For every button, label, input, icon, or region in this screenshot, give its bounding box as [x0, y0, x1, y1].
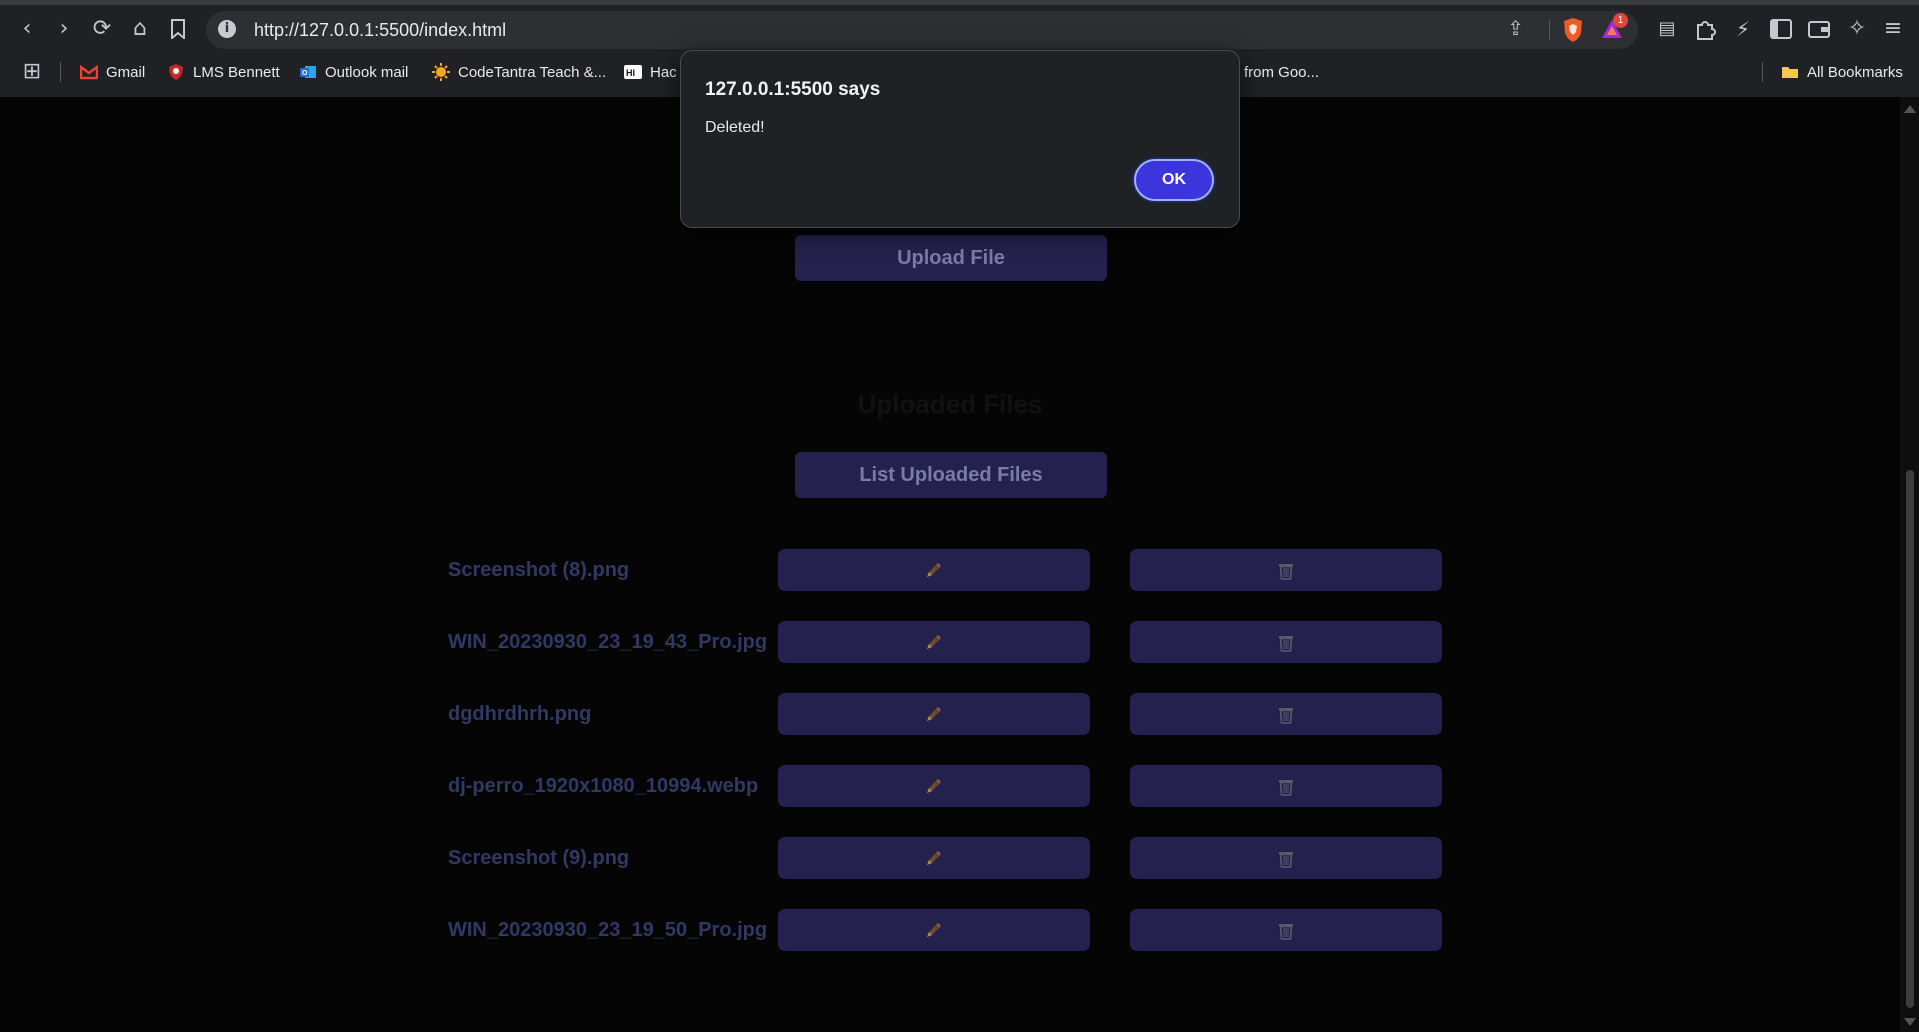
file-name[interactable]: Screenshot (9).png	[448, 847, 629, 870]
bookmark-outlook-mail[interactable]: O Outlook mail	[299, 61, 408, 83]
scrollbar-thumb[interactable]	[1906, 470, 1914, 1008]
speedreader-icon[interactable]: ⚡	[1727, 13, 1759, 45]
bookmark-lms-bennett[interactable]: LMS Bennett	[167, 61, 280, 83]
pencil-icon	[927, 923, 941, 937]
outlook-icon: O	[300, 66, 316, 78]
delete-button[interactable]	[1130, 549, 1442, 591]
divider	[1762, 62, 1763, 82]
extensions-icon[interactable]	[1689, 13, 1721, 45]
list-uploaded-files-button[interactable]: List Uploaded Files	[795, 452, 1107, 498]
site-info-icon[interactable]: i	[218, 20, 236, 38]
file-row: WIN_20230930_23_19_43_Pro.jpg	[448, 621, 1448, 663]
all-bookmarks-label: All Bookmarks	[1807, 63, 1903, 81]
rewards-badge: 1	[1613, 13, 1628, 28]
file-name[interactable]: Screenshot (8).png	[448, 559, 629, 582]
trash-icon	[1279, 924, 1293, 940]
bookmark-gmail[interactable]: Gmail	[80, 61, 145, 83]
bookmark-codetantra[interactable]: CodeTantra Teach &...	[432, 61, 606, 83]
upload-file-button[interactable]: Upload File	[795, 235, 1107, 281]
delete-button[interactable]	[1130, 909, 1442, 951]
bookmark-label: Gmail	[106, 63, 146, 81]
brave-shield-icon[interactable]	[1562, 17, 1584, 43]
ok-button[interactable]: OK	[1134, 159, 1214, 201]
trash-icon	[1279, 564, 1293, 580]
trash-icon	[1279, 708, 1293, 724]
bookmark-label: LMS Bennett	[193, 63, 280, 81]
apps-grid-icon[interactable]: ⊞	[16, 56, 48, 88]
delete-button[interactable]	[1130, 693, 1442, 735]
pencil-icon	[927, 851, 941, 865]
wallet-icon[interactable]	[1803, 13, 1835, 45]
leo-ai-icon[interactable]: ✧	[1841, 13, 1873, 45]
page-content: Upload File Uploaded Files List Uploaded…	[0, 97, 1900, 1032]
file-row: dgdhrdhrh.png	[448, 693, 1448, 735]
bookmark-label: Outlook mail	[325, 63, 409, 81]
folder-icon	[1782, 67, 1798, 78]
file-name[interactable]: dj-perro_1920x1080_10994.webp	[448, 775, 758, 798]
bennett-icon	[169, 64, 183, 80]
url-text[interactable]: http://127.0.0.1:5500/index.html	[254, 20, 506, 41]
file-row: Screenshot (9).png	[448, 837, 1448, 879]
divider	[60, 62, 61, 82]
browser-toolbar: ‹ › ⟳ ⌂ i http://127.0.0.1:5500/index.ht…	[0, 5, 1919, 53]
trash-icon	[1279, 636, 1293, 652]
bookmark-label: CodeTantra Teach &...	[458, 63, 607, 81]
gmail-icon	[80, 64, 98, 80]
file-row: WIN_20230930_23_19_50_Pro.jpg	[448, 909, 1448, 951]
svg-text:O: O	[302, 70, 308, 77]
hackerrank-icon: HI	[624, 65, 642, 79]
reload-icon[interactable]: ⟳	[86, 13, 118, 45]
trash-icon	[1279, 780, 1293, 796]
delete-button[interactable]	[1130, 621, 1442, 663]
delete-button[interactable]	[1130, 765, 1442, 807]
trash-icon	[1279, 852, 1293, 868]
pencil-icon	[927, 779, 941, 793]
file-row: Screenshot (8).png	[448, 549, 1448, 591]
file-name[interactable]: dgdhrdhrh.png	[448, 703, 591, 726]
all-bookmarks[interactable]: All Bookmarks	[1781, 61, 1903, 83]
sidebar-icon[interactable]	[1765, 13, 1797, 45]
edit-button[interactable]	[778, 549, 1090, 591]
file-name[interactable]: WIN_20230930_23_19_43_Pro.jpg	[448, 631, 767, 654]
dialog-message: Deleted!	[705, 119, 765, 136]
bookmark-icon[interactable]	[162, 13, 194, 45]
scroll-up-arrow[interactable]	[1904, 105, 1916, 113]
pencil-icon	[927, 635, 941, 649]
file-name[interactable]: WIN_20230930_23_19_50_Pro.jpg	[448, 919, 767, 942]
home-icon[interactable]: ⌂	[124, 13, 156, 45]
codetantra-icon	[432, 63, 450, 81]
alert-dialog: 127.0.0.1:5500 says Deleted! OK	[680, 50, 1240, 228]
share-icon[interactable]: ⇪	[1507, 16, 1524, 40]
pencil-icon	[927, 707, 941, 721]
delete-button[interactable]	[1130, 837, 1442, 879]
divider	[1549, 20, 1550, 40]
tab-groups-icon[interactable]: ▤	[1651, 13, 1683, 45]
edit-button[interactable]	[778, 837, 1090, 879]
file-row: dj-perro_1920x1080_10994.webp	[448, 765, 1448, 807]
bookmark-hackerrank[interactable]: HI Hac	[624, 61, 677, 83]
uploaded-files-heading: Uploaded Files	[857, 389, 1043, 419]
svg-text:HI: HI	[626, 68, 635, 78]
bookmark-label: from Goo...	[1244, 63, 1320, 81]
address-bar[interactable]: i http://127.0.0.1:5500/index.html ⇪ 1	[206, 11, 1638, 49]
dialog-title: 127.0.0.1:5500 says	[705, 79, 881, 100]
edit-button[interactable]	[778, 693, 1090, 735]
bookmark-imported[interactable]: from Goo...	[1244, 61, 1319, 83]
edit-button[interactable]	[778, 765, 1090, 807]
scroll-down-arrow[interactable]	[1904, 1018, 1916, 1026]
edit-button[interactable]	[778, 909, 1090, 951]
forward-icon[interactable]: ›	[48, 13, 80, 45]
pencil-icon	[927, 563, 941, 577]
edit-button[interactable]	[778, 621, 1090, 663]
bookmark-label: Hac	[650, 63, 677, 81]
back-icon[interactable]: ‹	[11, 13, 43, 45]
menu-icon[interactable]: ≡	[1877, 13, 1909, 45]
scrollbar[interactable]	[1900, 97, 1919, 1032]
